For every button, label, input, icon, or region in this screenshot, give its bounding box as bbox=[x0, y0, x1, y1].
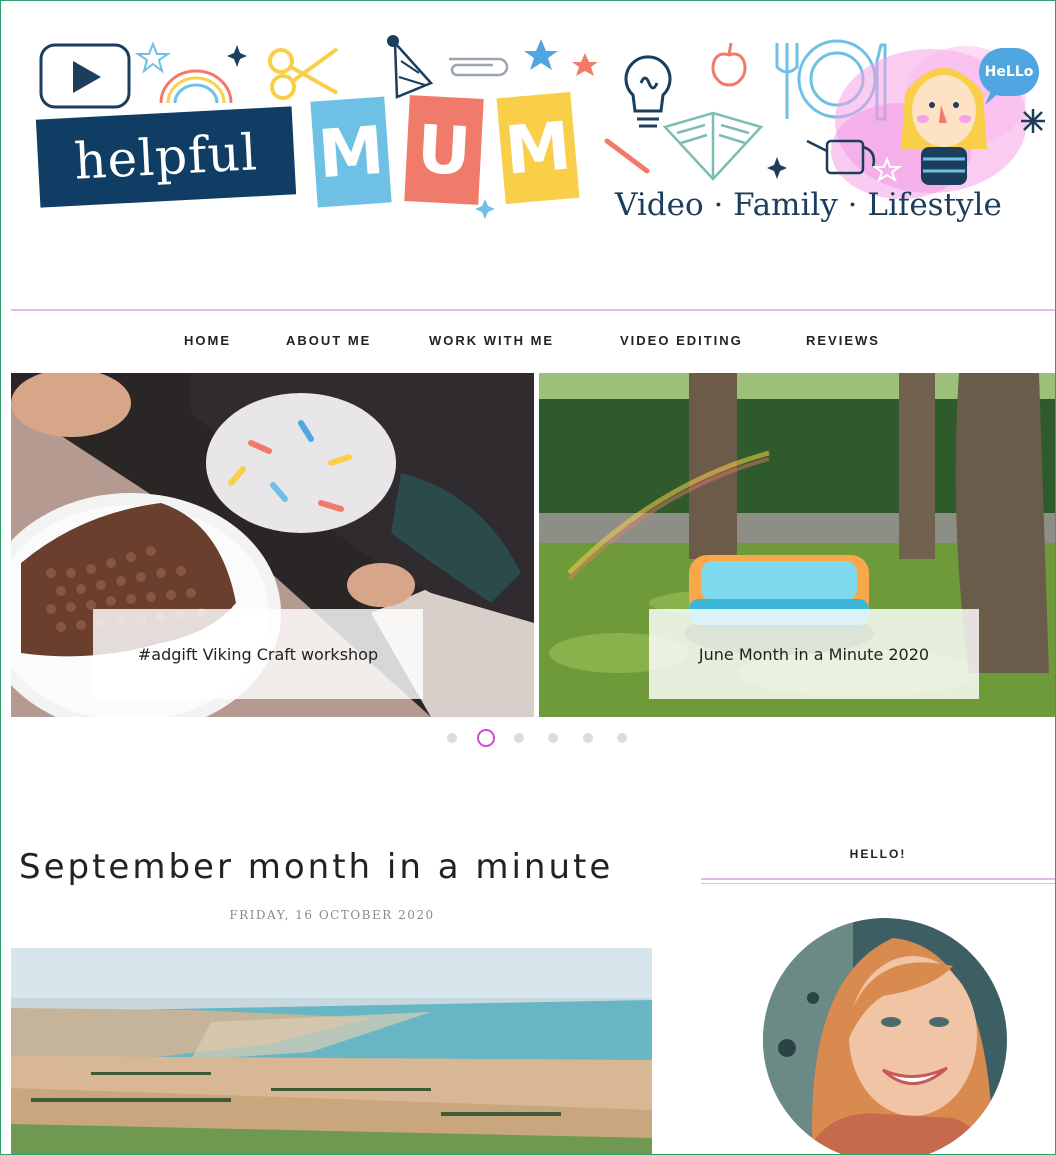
slider-dot-5[interactable] bbox=[583, 733, 593, 743]
post-title[interactable]: September month in a minute bbox=[19, 847, 613, 887]
header-divider bbox=[11, 309, 1055, 311]
profile-photo bbox=[763, 918, 1007, 1154]
nav-home[interactable]: HOME bbox=[184, 333, 231, 348]
sidebar-divider-thin bbox=[701, 883, 1055, 884]
asterisk-icon bbox=[1021, 109, 1045, 133]
page-frame: helpful M U M HeLLo Video · Family · Lif… bbox=[0, 0, 1056, 1155]
hello-speech-bubble: HeLLo bbox=[979, 48, 1039, 96]
post-featured-image[interactable] bbox=[11, 948, 652, 1154]
nav-work-with-me[interactable]: WORK WITH ME bbox=[429, 333, 554, 348]
post-date: FRIDAY, 16 OCTOBER 2020 bbox=[229, 908, 435, 922]
slider-dot-3[interactable] bbox=[514, 733, 524, 743]
scissors-icon bbox=[268, 47, 339, 100]
star-icon bbox=[134, 41, 172, 74]
book-icon bbox=[662, 111, 764, 181]
logo-word: helpful bbox=[72, 123, 260, 191]
star-icon bbox=[572, 53, 598, 76]
slider-dot-4[interactable] bbox=[548, 733, 558, 743]
sidebar-heading: HELLO! bbox=[849, 847, 907, 861]
slide-viking-craft[interactable]: #adgift Viking Craft workshop bbox=[11, 373, 534, 717]
rainbow-icon bbox=[159, 69, 233, 104]
avatar bbox=[763, 918, 1007, 1154]
sidebar-divider bbox=[701, 878, 1055, 880]
main-nav: HOME ABOUT ME WORK WITH ME VIDEO EDITING… bbox=[1, 327, 1055, 355]
play-icon bbox=[39, 43, 131, 109]
logo-helpful-block: helpful bbox=[35, 106, 297, 208]
pencil-icon bbox=[604, 138, 650, 174]
site-tagline: Video · Family · Lifestyle bbox=[615, 187, 1002, 223]
nav-reviews[interactable]: REVIEWS bbox=[806, 333, 880, 348]
slider-dot-6[interactable] bbox=[617, 733, 627, 743]
paperclip-icon bbox=[449, 57, 509, 77]
apple-icon bbox=[711, 42, 747, 87]
party-hat-icon bbox=[387, 35, 434, 99]
site-header[interactable]: helpful M U M HeLLo Video · Family · Lif… bbox=[1, 1, 1055, 301]
coast-landscape bbox=[11, 948, 652, 1154]
nav-about-me[interactable]: ABOUT ME bbox=[286, 333, 371, 348]
slide-caption[interactable]: June Month in a Minute 2020 bbox=[649, 609, 979, 699]
slider-dot-2[interactable] bbox=[477, 729, 495, 747]
slider-dot-1[interactable] bbox=[447, 733, 457, 743]
slide-june-month[interactable]: June Month in a Minute 2020 bbox=[539, 373, 1055, 717]
sparkle-icon bbox=[767, 157, 787, 179]
nav-video-editing[interactable]: VIDEO EDITING bbox=[620, 333, 743, 348]
lightbulb-icon bbox=[624, 55, 672, 128]
logo-letter-u: U bbox=[404, 95, 484, 205]
slide-caption[interactable]: #adgift Viking Craft workshop bbox=[93, 609, 423, 699]
fork-icon bbox=[775, 43, 799, 119]
sparkle-icon bbox=[227, 45, 247, 67]
logo-letter-m: M bbox=[310, 96, 392, 208]
star-icon bbox=[524, 39, 558, 70]
logo-letter-m-2: M bbox=[496, 91, 580, 205]
